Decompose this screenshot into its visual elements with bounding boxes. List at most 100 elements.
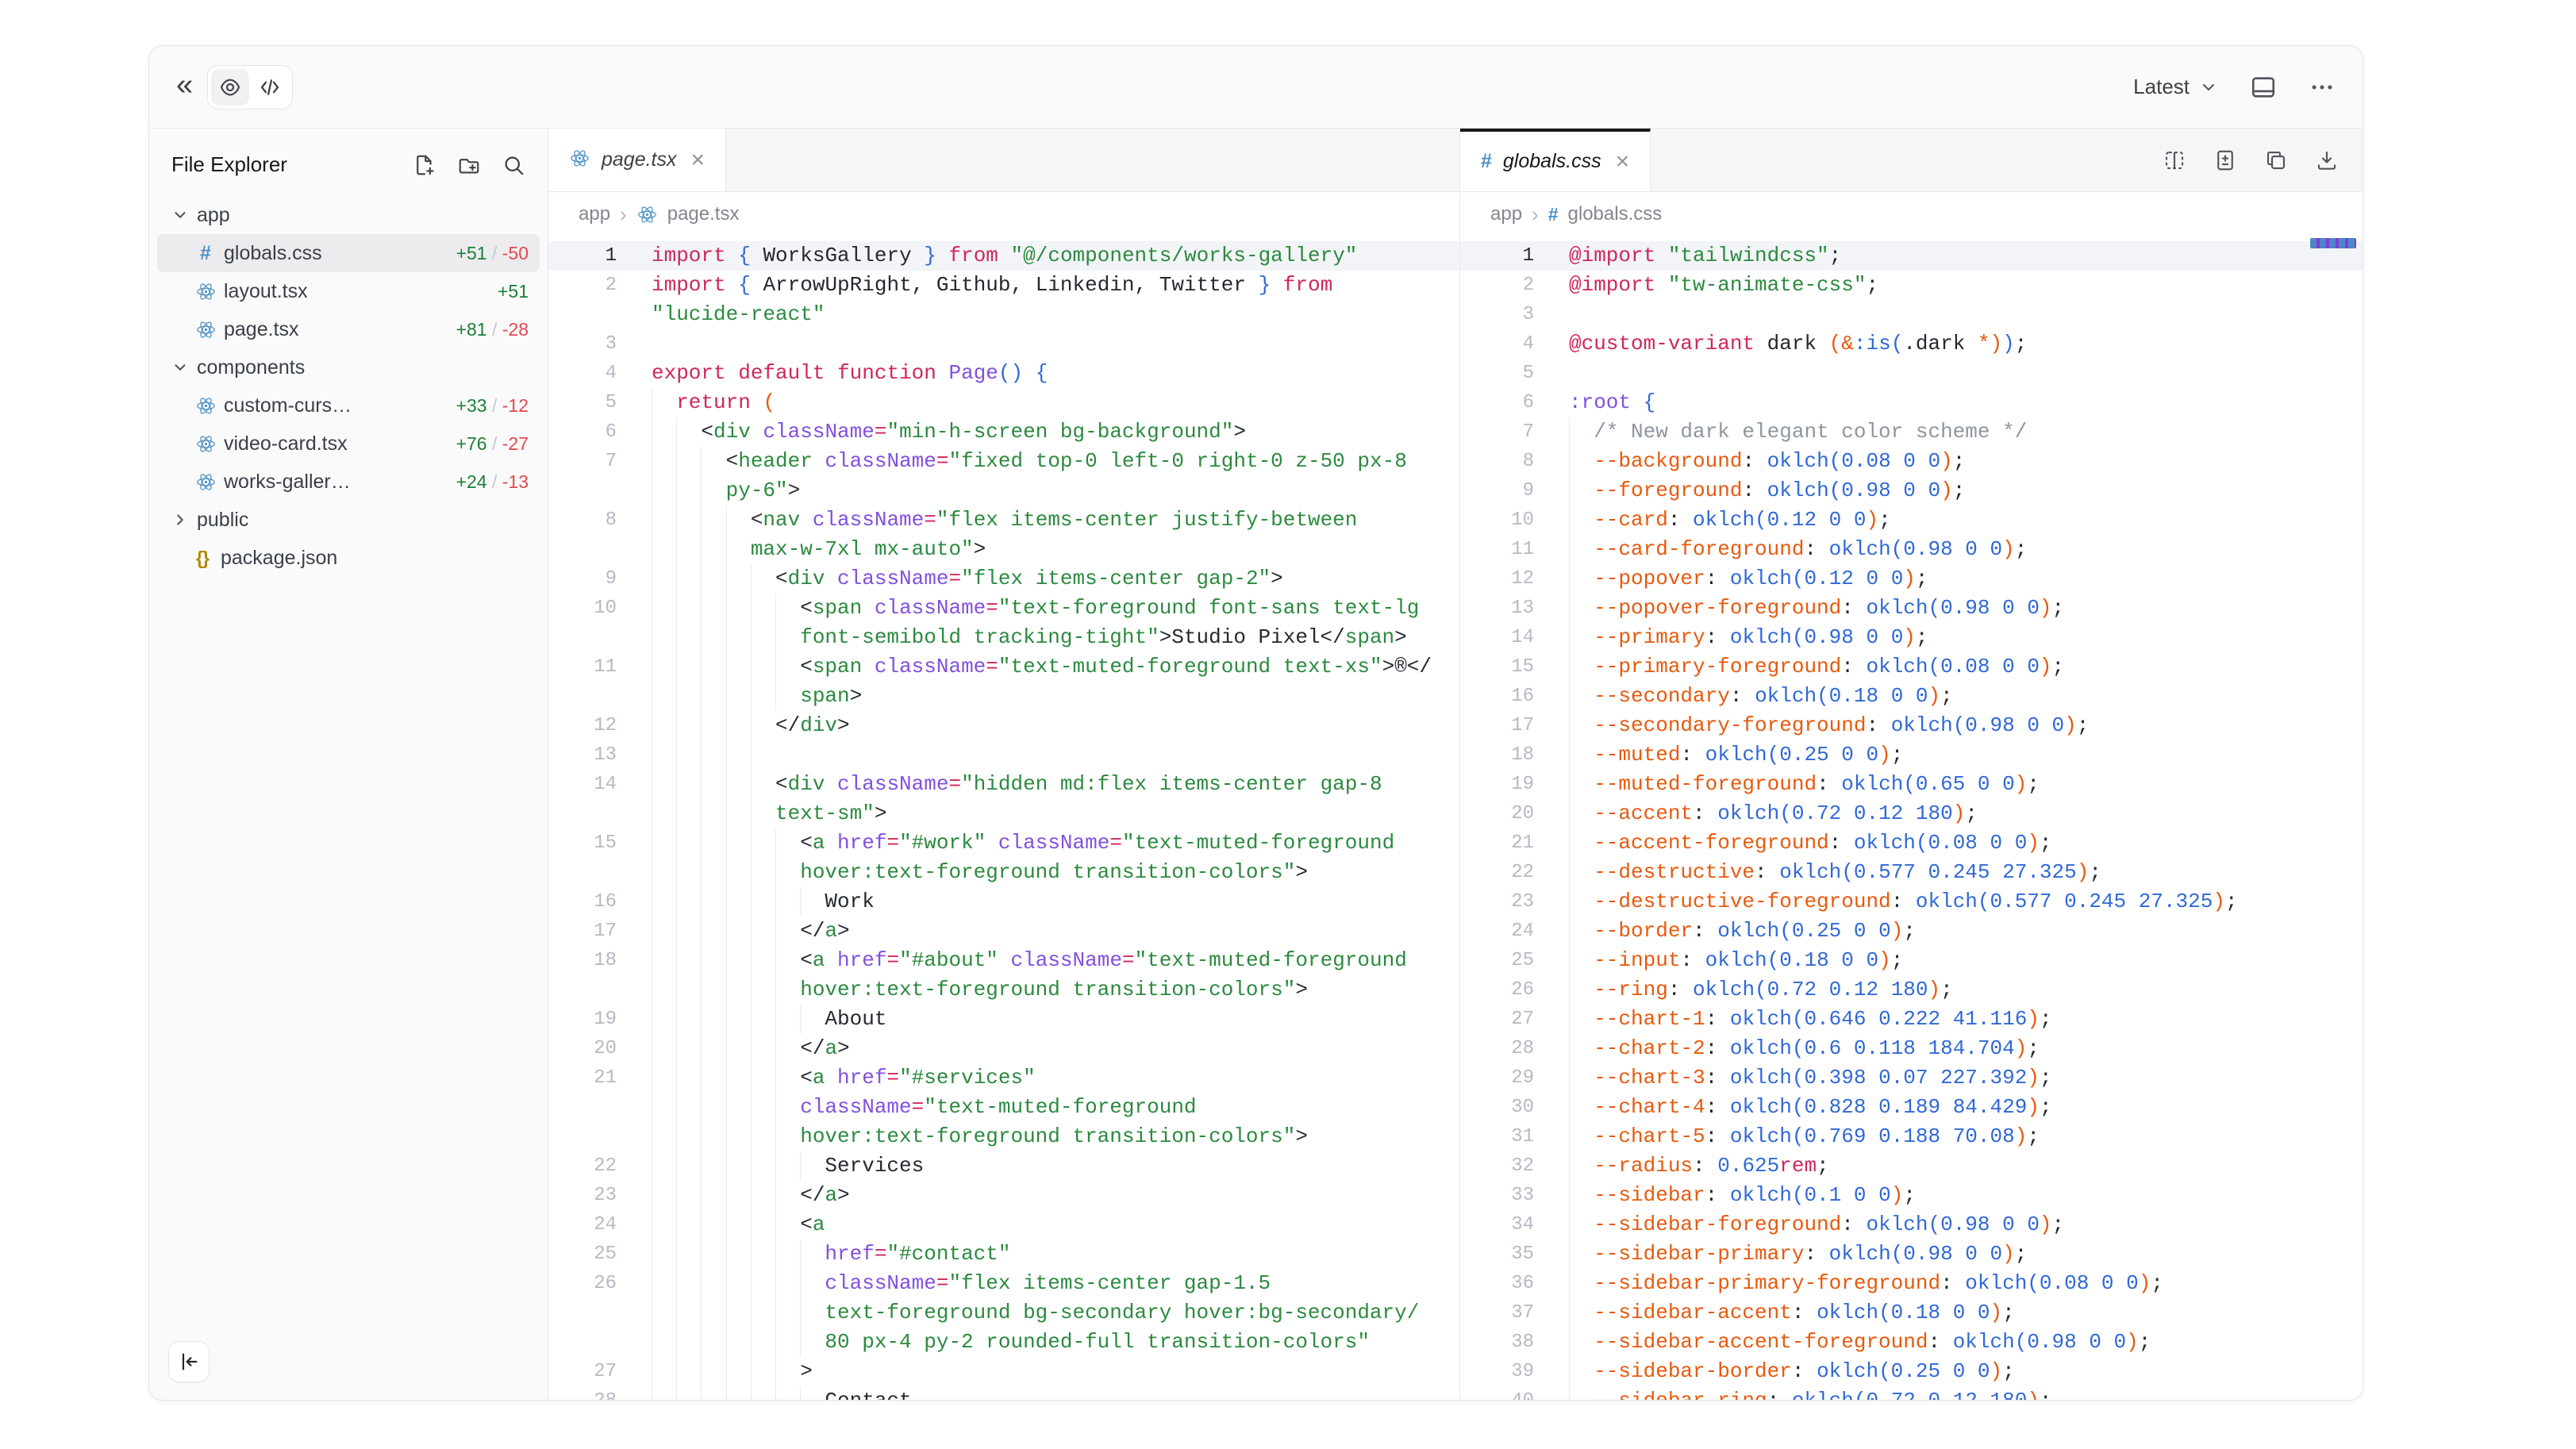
breadcrumb-file[interactable]: globals.css (1568, 203, 1663, 225)
indent-guide (652, 858, 676, 887)
collapse-panel-button[interactable]: « (176, 70, 193, 105)
line-number: 9 (1460, 476, 1569, 505)
more-options-button[interactable] (2309, 74, 2336, 101)
tab-page-tsx[interactable]: page.tsx × (548, 129, 726, 191)
indent-guide (652, 887, 676, 917)
code-row: 14<div className="hidden md:flex items-c… (548, 770, 1459, 799)
code-row: 3 (1460, 300, 2363, 329)
new-file-icon (413, 153, 436, 177)
new-file-button[interactable] (413, 153, 436, 177)
tab-close-icon[interactable]: × (691, 148, 706, 172)
file-label: app (197, 204, 230, 227)
code-row: 8<nav className="flex items-center justi… (548, 505, 1459, 535)
indent-guide (676, 858, 701, 887)
indent-guide (652, 417, 676, 447)
code-editor-page-tsx[interactable]: 1import { WorksGallery } from "@/compone… (548, 236, 1459, 1401)
tree-file-works-galler-[interactable]: works-galler…+24 / -13 (157, 463, 540, 501)
indent-guide (751, 1151, 775, 1181)
indent-guide (676, 975, 701, 1005)
tree-folder-public[interactable]: public (157, 501, 540, 539)
code-editor-globals-css[interactable]: 1@import "tailwindcss";2@import "tw-anim… (1460, 236, 2363, 1401)
code-row: 15--primary-foreground: oklch(0.08 0 0); (1460, 652, 2363, 682)
split-editor-button[interactable] (2163, 148, 2186, 172)
tab-globals-css[interactable]: # globals.css × (1460, 129, 1651, 191)
tree-file-video-card.tsx[interactable]: video-card.tsx+76 / -27 (157, 425, 540, 463)
tree-folder-components[interactable]: components (157, 348, 540, 386)
code-row: 9--foreground: oklch(0.98 0 0); (1460, 476, 2363, 505)
indent-guide (775, 623, 800, 652)
indent-guide (701, 594, 725, 623)
indent-guide (701, 740, 725, 770)
indent-guide (652, 447, 676, 476)
tree-file-globals.css[interactable]: #globals.css+51 / -50 (157, 234, 540, 272)
code-row: 11<span className="text-muted-foreground… (548, 652, 1459, 682)
tab-close-icon[interactable]: × (1616, 150, 1630, 174)
indent-guide (1569, 1298, 1594, 1328)
line-number: 7 (548, 447, 652, 476)
code-line (1569, 359, 2363, 388)
indent-guide (701, 711, 725, 740)
breadcrumb-file[interactable]: page.tsx (667, 203, 740, 225)
indent-guide (775, 1181, 800, 1210)
indent-guide (1569, 1122, 1594, 1151)
indent-guide (775, 652, 800, 682)
indent-guide (751, 917, 775, 946)
copy-button[interactable] (2264, 148, 2288, 172)
tree-file-package.json[interactable]: {}package.json (157, 539, 540, 577)
indent-guide (701, 652, 725, 682)
indent-guide (800, 1269, 825, 1298)
tree-file-page.tsx[interactable]: page.tsx+81 / -28 (157, 310, 540, 348)
indent-guide (1569, 564, 1594, 594)
split-editor-icon (2163, 148, 2186, 172)
breadcrumb-root[interactable]: app (579, 203, 610, 225)
new-folder-button[interactable] (457, 153, 481, 177)
indent-guide (652, 1181, 676, 1210)
code-toggle-button[interactable] (251, 69, 289, 106)
code-row: max-w-7xl mx-auto"> (548, 535, 1459, 564)
indent-guide (751, 1357, 775, 1386)
tree-file-layout.tsx[interactable]: layout.tsx+51 (157, 272, 540, 310)
line-number: 10 (548, 594, 652, 623)
indent-guide (701, 1063, 725, 1093)
indent-guide (652, 1093, 676, 1122)
indent-guide (676, 828, 701, 858)
file-label: components (197, 356, 305, 379)
indent-guide (1569, 1357, 1594, 1386)
hash-icon: # (1548, 204, 1559, 225)
line-number: 30 (1460, 1093, 1569, 1122)
code-row: 7<header className="fixed top-0 left-0 r… (548, 447, 1459, 476)
indent-guide (1569, 1005, 1594, 1034)
line-number: 27 (548, 1357, 652, 1386)
code-line: /* New dark elegant color scheme */ (1569, 417, 2363, 447)
line-number: 22 (1460, 858, 1569, 887)
layout-panel-button[interactable] (2250, 74, 2277, 101)
code-line: <nav className="flex items-center justif… (652, 505, 1459, 535)
indent-guide (726, 1063, 751, 1093)
line-number: 20 (1460, 799, 1569, 828)
collapse-sidebar-button[interactable] (168, 1341, 210, 1382)
search-files-button[interactable] (502, 153, 525, 177)
code-row: 16--secondary: oklch(0.18 0 0); (1460, 682, 2363, 711)
file-diff-button[interactable] (2213, 148, 2237, 172)
code-row: "lucide-react" (548, 300, 1459, 329)
download-button[interactable] (2315, 148, 2339, 172)
code-row: 1@import "tailwindcss"; (1460, 241, 2363, 271)
line-number: 2 (548, 271, 652, 300)
indent-guide (701, 1122, 725, 1151)
indent-guide (652, 652, 676, 682)
indent-guide (1569, 1034, 1594, 1063)
indent-guide (751, 946, 775, 975)
scrollbar-thumb[interactable] (2310, 238, 2356, 248)
code-line: <div className="flex items-center gap-2"… (652, 564, 1459, 594)
line-number: 19 (1460, 770, 1569, 799)
tree-folder-app[interactable]: app (157, 196, 540, 234)
breadcrumb-root[interactable]: app (1490, 203, 1522, 225)
indent-guide (726, 858, 751, 887)
chevrons-left-icon: « (176, 70, 193, 105)
indent-guide (726, 828, 751, 858)
version-dropdown[interactable]: Latest (2133, 75, 2218, 99)
indent-guide (701, 1005, 725, 1034)
tree-file-custom-curs-[interactable]: custom-curs…+33 / -12 (157, 386, 540, 425)
preview-toggle-button[interactable] (211, 69, 249, 106)
hash-icon: # (200, 242, 211, 265)
